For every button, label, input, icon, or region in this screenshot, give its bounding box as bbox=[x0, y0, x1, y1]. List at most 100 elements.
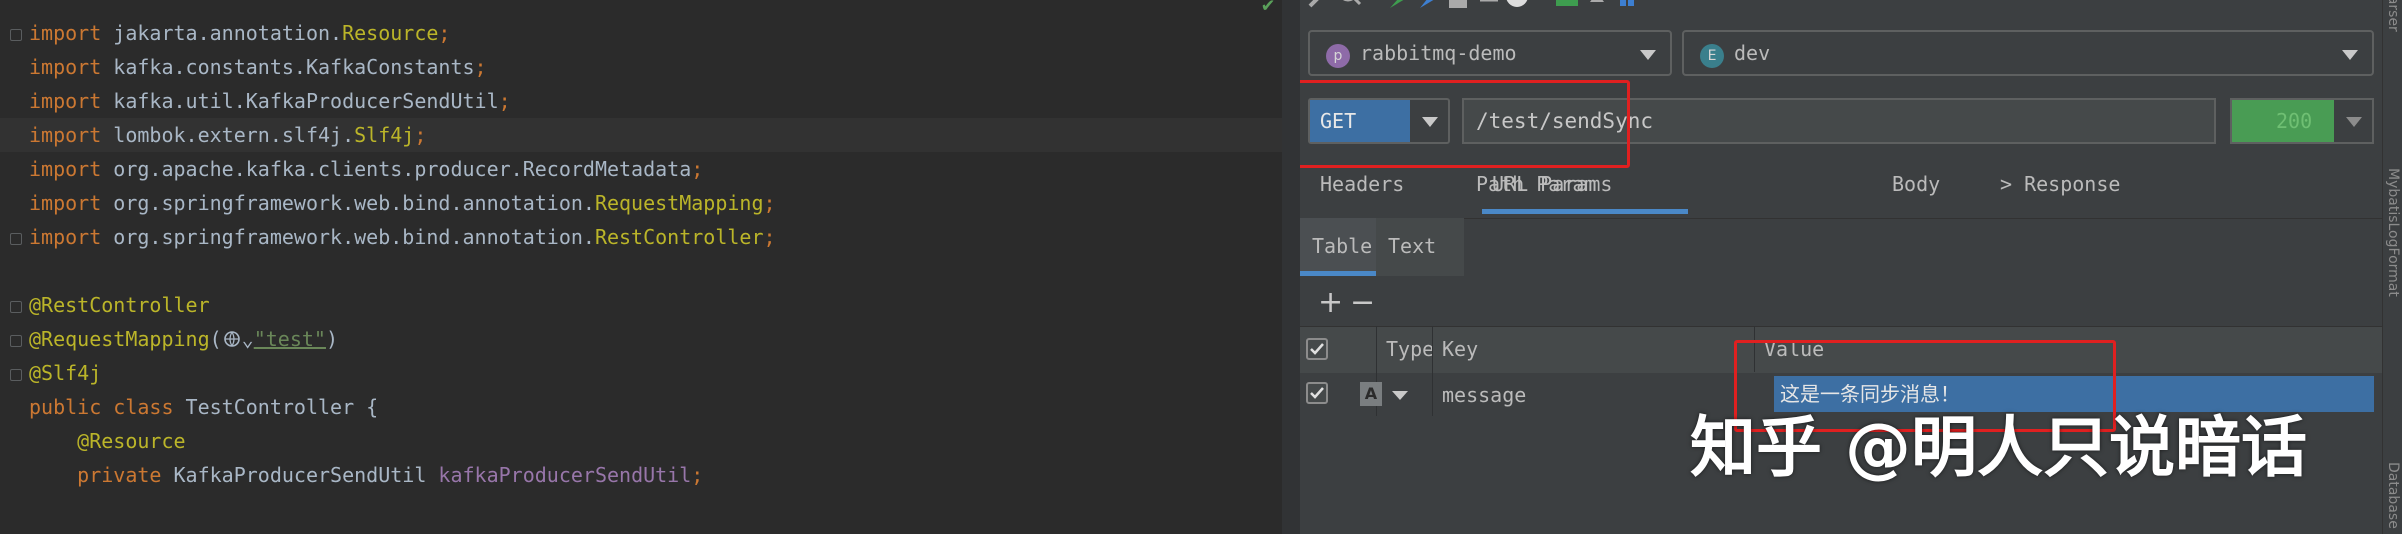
bulb-icon[interactable] bbox=[1584, 0, 1610, 10]
wrench-icon[interactable] bbox=[1306, 0, 1332, 10]
remove-param-button[interactable]: − bbox=[1350, 288, 1375, 318]
split-icon[interactable] bbox=[1476, 0, 1502, 10]
chevron-down-icon[interactable]: ⌄ bbox=[242, 327, 254, 351]
code-text: import lombok.extern.slf4j.Slf4j; bbox=[29, 118, 426, 152]
code-token: jakarta.annotation. bbox=[113, 21, 343, 45]
code-line[interactable]: public class TestController { bbox=[0, 390, 1282, 424]
environment-badge: E bbox=[1700, 44, 1724, 68]
code-text: public class TestController { bbox=[29, 390, 378, 424]
code-text: import org.springframework.web.bind.anno… bbox=[29, 220, 776, 254]
code-text: @RestController bbox=[29, 288, 210, 322]
status-code: 200 bbox=[2232, 100, 2334, 142]
code-line[interactable]: import org.springframework.web.bind.anno… bbox=[0, 220, 1282, 254]
code-token: @Slf4j bbox=[29, 361, 102, 385]
tab-url-params[interactable]: URL Params bbox=[1482, 164, 1688, 214]
column-divider bbox=[1432, 326, 1433, 416]
environment-select[interactable]: E dev bbox=[1682, 30, 2374, 76]
editor-scrollbar[interactable] bbox=[1282, 0, 1300, 534]
environment-label: dev bbox=[1734, 41, 1771, 65]
text-type-icon[interactable]: A bbox=[1360, 382, 1382, 406]
add-param-button[interactable]: + bbox=[1318, 288, 1343, 318]
code-line[interactable]: import org.apache.kafka.clients.producer… bbox=[0, 152, 1282, 186]
fold-marker-icon[interactable] bbox=[10, 233, 22, 245]
chevron-down-icon[interactable] bbox=[1392, 391, 1408, 400]
code-token: TestController { bbox=[185, 395, 379, 419]
chevron-down-icon bbox=[1640, 50, 1656, 60]
inspection-ok-icon: ✔ bbox=[1262, 0, 1275, 16]
code-token: Slf4j bbox=[354, 123, 415, 147]
code-text: @Slf4j bbox=[29, 356, 101, 390]
code-line[interactable]: @Resource bbox=[0, 424, 1282, 458]
stripe-tab-parser[interactable]: Parser bbox=[2385, 0, 2401, 32]
code-token: org.springframework.web.bind.annotation. bbox=[113, 191, 595, 215]
code-token: KafkaProducerSendUtil bbox=[173, 463, 439, 487]
code-token: import bbox=[29, 123, 114, 147]
fold-marker-icon[interactable] bbox=[10, 29, 22, 41]
grid-icon[interactable] bbox=[1614, 0, 1640, 10]
code-editor[interactable]: import jakarta.annotation.Resource; impor… bbox=[0, 0, 1282, 534]
export-icon[interactable] bbox=[1554, 0, 1580, 10]
code-line[interactable]: @RequestMapping( ⌄"test") bbox=[0, 322, 1282, 356]
row-checkbox[interactable] bbox=[1306, 382, 1328, 404]
panel-toolbar bbox=[1300, 0, 2382, 12]
code-token: import bbox=[29, 157, 114, 181]
code-token: RequestMapping bbox=[594, 191, 764, 215]
save-icon[interactable] bbox=[1446, 0, 1472, 10]
code-token: import bbox=[29, 89, 114, 113]
project-badge: p bbox=[1326, 44, 1350, 68]
tab-headers[interactable]: Headers bbox=[1320, 164, 1404, 214]
select-all-checkbox[interactable] bbox=[1306, 338, 1328, 360]
code-token: ; bbox=[763, 225, 776, 249]
code-text: import org.springframework.web.bind.anno… bbox=[29, 186, 776, 220]
code-token: @RequestMapping bbox=[29, 327, 210, 351]
chevron-down-icon bbox=[2346, 117, 2362, 127]
pin-icon[interactable] bbox=[1386, 0, 1412, 10]
send-button[interactable]: 200 bbox=[2230, 98, 2374, 144]
user-icon[interactable] bbox=[1504, 0, 1530, 10]
project-select[interactable]: p rabbitmq-demo bbox=[1308, 30, 1672, 76]
code-token: import bbox=[29, 225, 114, 249]
code-token: ( bbox=[209, 327, 222, 351]
code-line[interactable] bbox=[0, 492, 1282, 526]
code-token: ; bbox=[414, 123, 427, 147]
code-line[interactable]: @RequestMapping( bbox=[0, 526, 1282, 534]
code-line[interactable] bbox=[0, 254, 1282, 288]
tab-response[interactable]: > Response bbox=[2000, 164, 2120, 214]
code-line[interactable]: private KafkaProducerSendUtil kafkaProdu… bbox=[0, 458, 1282, 492]
bookmark-icon[interactable] bbox=[1416, 0, 1442, 10]
code-line[interactable]: import org.springframework.web.bind.anno… bbox=[0, 186, 1282, 220]
code-line[interactable]: @Slf4j bbox=[0, 356, 1282, 390]
code-line[interactable]: import jakarta.annotation.Resource; bbox=[0, 16, 1282, 50]
code-token: org.apache.kafka.clients.producer.Record… bbox=[113, 157, 692, 181]
fold-marker-icon[interactable] bbox=[10, 369, 22, 381]
code-text: @RequestMapping( bbox=[29, 526, 270, 534]
globe-icon[interactable] bbox=[222, 325, 242, 347]
subtab-table[interactable]: Table bbox=[1300, 218, 1376, 276]
fold-marker-icon[interactable] bbox=[10, 301, 22, 313]
stripe-tab-mybatis[interactable]: MybatisLogFormat bbox=[2385, 168, 2401, 297]
code-line[interactable]: import kafka.constants.KafkaConstants; bbox=[0, 50, 1282, 84]
code-line[interactable]: import lombok.extern.slf4j.Slf4j; bbox=[0, 118, 1282, 152]
code-line[interactable]: @RestController bbox=[0, 288, 1282, 322]
fold-marker-icon[interactable] bbox=[10, 335, 22, 347]
code-text: @Resource bbox=[29, 424, 185, 458]
chevron-down-icon bbox=[2342, 50, 2358, 60]
tab-body[interactable]: Body bbox=[1892, 164, 1940, 214]
code-token: "test" bbox=[253, 327, 326, 351]
column-header-key: Key bbox=[1442, 337, 1479, 361]
code-token: ; bbox=[691, 157, 704, 181]
search-icon[interactable] bbox=[1336, 0, 1362, 10]
code-token: org.springframework.web.bind.annotation. bbox=[113, 225, 595, 249]
subtab-text[interactable]: Text bbox=[1376, 218, 1464, 276]
highlight-box-request bbox=[1300, 80, 1630, 168]
code-text: private KafkaProducerSendUtil kafkaProdu… bbox=[29, 458, 703, 492]
code-token: ) bbox=[325, 327, 339, 351]
code-token: ; bbox=[474, 55, 487, 79]
code-line[interactable]: import kafka.util.KafkaProducerSendUtil; bbox=[0, 84, 1282, 118]
param-key-cell[interactable]: message bbox=[1442, 374, 1526, 416]
code-token: ; bbox=[438, 21, 451, 45]
stripe-tab-database[interactable]: Database bbox=[2385, 462, 2401, 529]
code-token: lombok.extern.slf4j. bbox=[113, 123, 355, 147]
code-token: Resource bbox=[342, 21, 439, 45]
code-token: ; bbox=[498, 89, 511, 113]
